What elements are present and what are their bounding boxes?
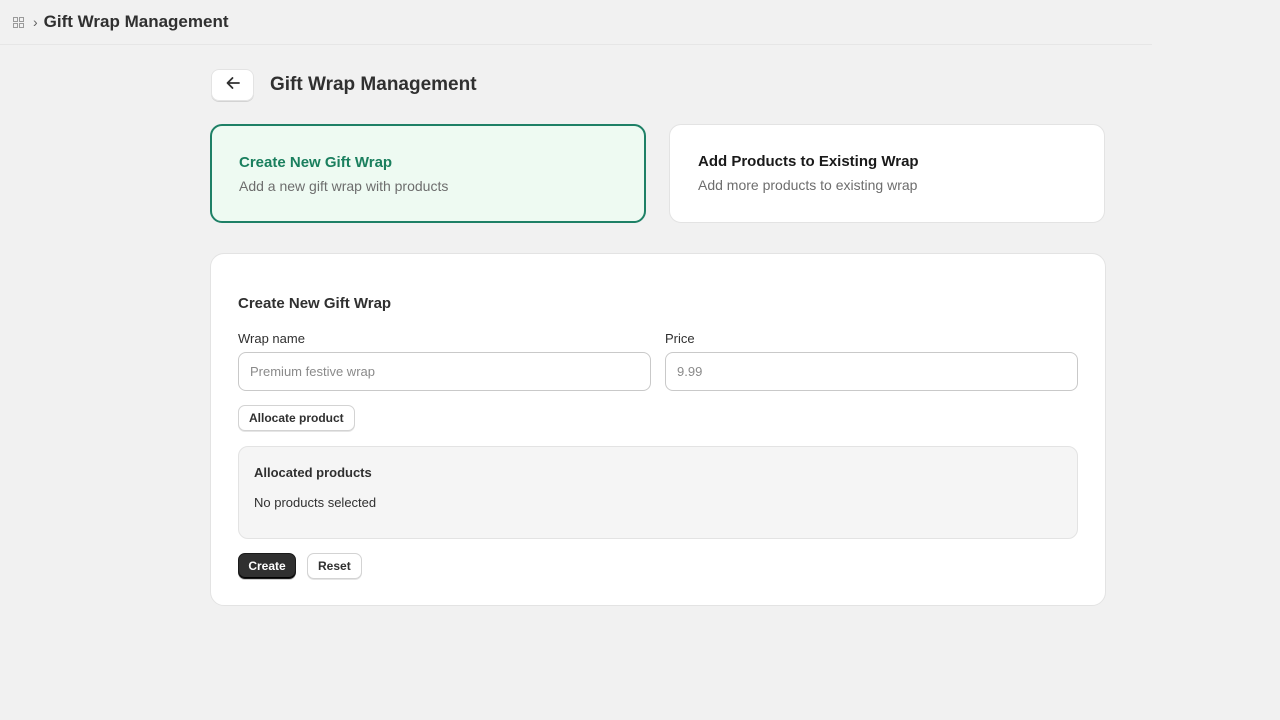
price-input[interactable] [665, 352, 1078, 391]
option-title: Add Products to Existing Wrap [698, 153, 919, 170]
create-wrap-form: Create New Gift Wrap Wrap name Price All… [210, 253, 1106, 606]
breadcrumb-title: Gift Wrap Management [43, 12, 229, 31]
wrap-name-input[interactable] [238, 352, 651, 391]
option-description: Add a new gift wrap with products [239, 178, 449, 194]
form-title: Create New Gift Wrap [238, 295, 392, 312]
option-description: Add more products to existing wrap [698, 177, 918, 193]
arrow-left-icon [224, 74, 242, 97]
price-label: Price [665, 331, 695, 346]
allocated-products-panel: Allocated products No products selected [238, 446, 1078, 539]
back-button[interactable] [211, 69, 254, 101]
app-grid-icon[interactable] [12, 16, 24, 28]
option-title: Create New Gift Wrap [239, 154, 393, 171]
page-title: Gift Wrap Management [270, 74, 477, 95]
allocate-product-button[interactable]: Allocate product [238, 405, 355, 431]
option-create-new-wrap[interactable]: Create New Gift Wrap Add a new gift wrap… [210, 124, 646, 223]
option-add-to-existing-wrap[interactable]: Add Products to Existing Wrap Add more p… [669, 124, 1105, 223]
create-button[interactable]: Create [238, 553, 296, 579]
page-header: Gift Wrap Management [211, 69, 477, 101]
allocated-products-title: Allocated products [254, 465, 372, 480]
reset-button[interactable]: Reset [307, 553, 362, 579]
allocated-products-empty: No products selected [254, 495, 377, 510]
top-bar: › Gift Wrap Management [0, 0, 1152, 45]
breadcrumb-separator: › [33, 14, 38, 30]
wrap-name-label: Wrap name [238, 331, 305, 346]
